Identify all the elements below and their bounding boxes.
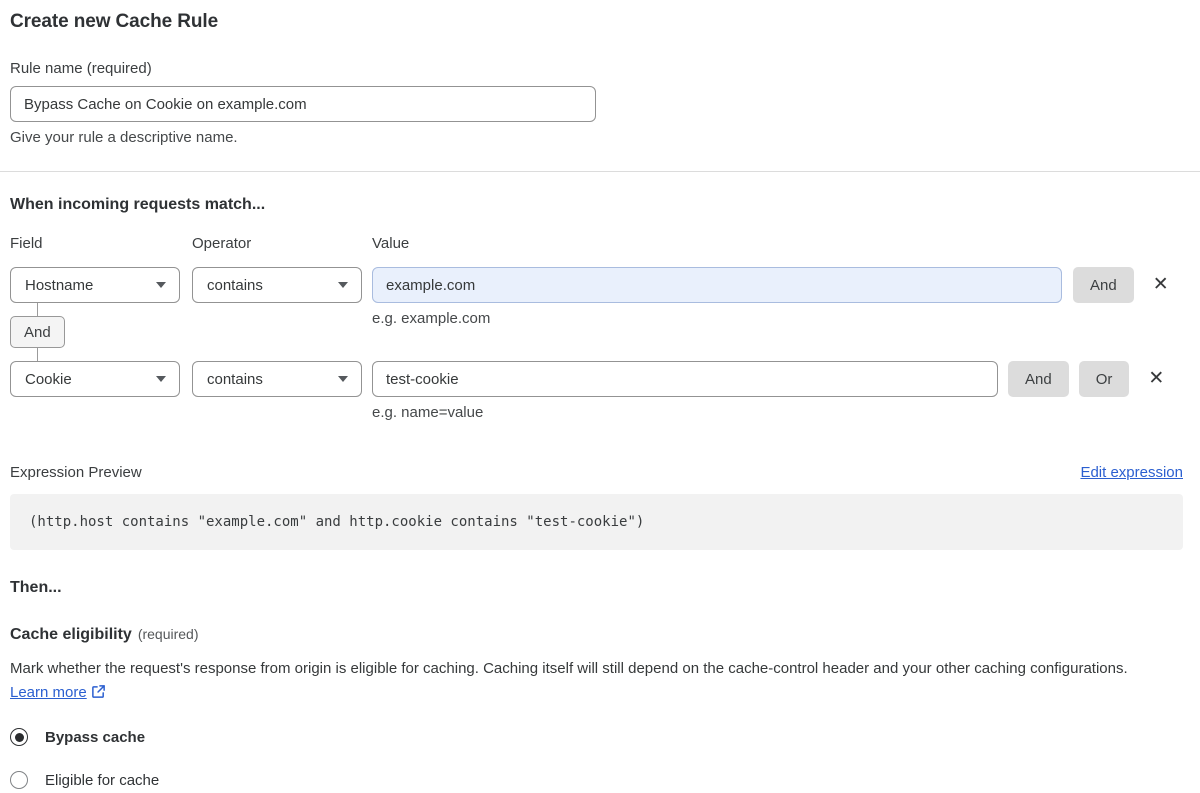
value-input-row2[interactable] — [372, 361, 998, 397]
value-input-row1[interactable] — [372, 267, 1062, 303]
operator-select-row2[interactable]: contains — [192, 361, 362, 397]
field-column-label: Field — [10, 235, 43, 252]
expression-preview-label: Expression Preview — [10, 464, 142, 481]
chevron-down-icon — [338, 282, 348, 288]
condition-row-2: Cookie contains And Or ✕ — [10, 361, 1183, 397]
remove-condition-button-row2[interactable]: ✕ — [1139, 361, 1173, 397]
operator-select-row1-value: contains — [207, 276, 263, 294]
bypass-cache-option[interactable]: Bypass cache — [10, 728, 1183, 746]
field-select-row2[interactable]: Cookie — [10, 361, 180, 397]
description-text: Mark whether the request's response from… — [10, 660, 1128, 677]
add-or-condition-button-row2[interactable]: Or — [1078, 361, 1130, 397]
bypass-cache-label: Bypass cache — [45, 728, 146, 746]
section-divider — [0, 171, 1200, 172]
cache-eligibility-title: Cache eligibility — [10, 626, 132, 643]
connector-line — [37, 303, 38, 316]
match-column-labels: Field Operator Value — [10, 235, 1183, 252]
field-select-row2-value: Cookie — [25, 370, 72, 388]
radio-dot — [14, 732, 24, 742]
close-icon: ✕ — [1148, 368, 1165, 389]
remove-condition-button-row1[interactable]: ✕ — [1144, 267, 1178, 303]
create-cache-rule-form: Create new Cache Rule Rule name (require… — [0, 0, 1200, 789]
add-and-condition-button-row2[interactable]: And — [1008, 361, 1069, 397]
rule-name-input[interactable] — [10, 86, 596, 122]
edit-expression-link[interactable]: Edit expression — [1080, 464, 1183, 481]
chevron-down-icon — [156, 282, 166, 288]
and-connector-button[interactable]: And — [10, 316, 65, 348]
required-note: (required) — [137, 626, 199, 642]
chevron-down-icon — [156, 376, 166, 382]
connector-line — [37, 348, 38, 361]
then-section-heading: Then... — [10, 579, 62, 596]
value-column-label: Value — [372, 235, 410, 252]
operator-select-row2-value: contains — [207, 370, 263, 388]
value-hint-row2: e.g. name=value — [372, 404, 484, 421]
close-icon: ✕ — [1152, 274, 1169, 295]
page-title: Create new Cache Rule — [10, 11, 219, 32]
chevron-down-icon — [338, 376, 348, 382]
cache-eligibility-description: Mark whether the request's response from… — [10, 657, 1183, 705]
rule-name-help: Give your rule a descriptive name. — [10, 129, 238, 146]
condition-row-1: Hostname contains And ✕ — [10, 267, 1183, 303]
expression-preview-header: Expression Preview Edit expression — [10, 464, 1183, 481]
add-and-condition-button-row1[interactable]: And — [1073, 267, 1134, 303]
expression-code-block: (http.host contains "example.com" and ht… — [10, 494, 1183, 550]
rule-name-label: Rule name (required) — [10, 60, 152, 77]
operator-column-label: Operator — [192, 235, 252, 252]
operator-select-row1[interactable]: contains — [192, 267, 362, 303]
field-select-row1[interactable]: Hostname — [10, 267, 180, 303]
external-link-icon — [91, 685, 105, 698]
radio-unselected-icon[interactable] — [10, 771, 28, 789]
field-select-row1-value: Hostname — [25, 276, 94, 294]
connector-zone: And e.g. example.com — [10, 303, 1183, 361]
eligible-for-cache-option[interactable]: Eligible for cache — [10, 771, 1183, 789]
value-hint-row1: e.g. example.com — [372, 310, 491, 327]
match-section-heading: When incoming requests match... — [10, 196, 266, 213]
cache-eligibility-heading: Cache eligibility (required) — [10, 626, 1183, 644]
learn-more-link[interactable]: Learn more — [10, 684, 87, 701]
eligible-for-cache-label: Eligible for cache — [45, 771, 160, 789]
radio-selected-icon[interactable] — [10, 728, 28, 746]
